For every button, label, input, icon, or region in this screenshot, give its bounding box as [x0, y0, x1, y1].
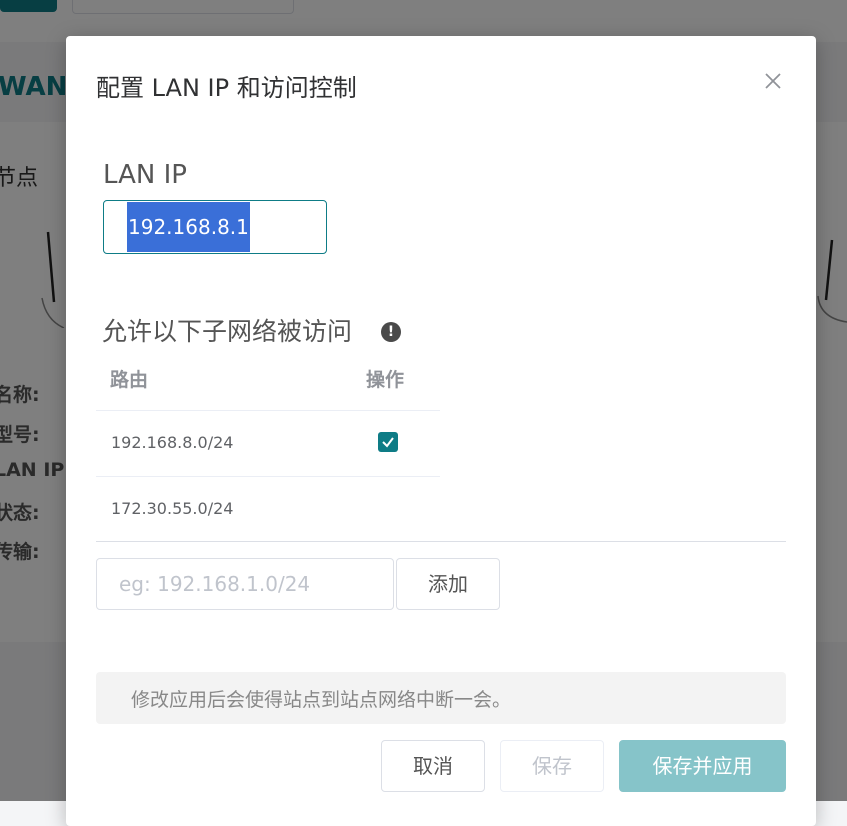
table-row: 172.30.55.0/24 [96, 477, 440, 542]
subnet-table: 路由 操作 192.168.8.0/24 172.30.55.0/24 [96, 350, 440, 542]
cancel-button[interactable]: 取消 [381, 740, 485, 792]
column-action: 操作 [366, 369, 405, 391]
table-row: 192.168.8.0/24 [96, 411, 440, 477]
close-icon[interactable] [762, 70, 784, 92]
lan-ip-dialog: 配置 LAN IP 和访问控制 LAN IP 192.168.8.1 允许以下子… [66, 36, 816, 826]
notice-text: 修改应用后会使得站点到站点网络中断一会。 [131, 689, 512, 711]
check-icon [382, 437, 394, 448]
add-button[interactable]: 添加 [396, 558, 500, 610]
row-checkbox[interactable] [378, 432, 398, 452]
save-apply-button[interactable]: 保存并应用 [619, 740, 786, 792]
lan-ip-value: 192.168.8.1 [127, 202, 250, 252]
route-cell: 192.168.8.0/24 [111, 433, 234, 452]
dialog-title: 配置 LAN IP 和访问控制 [96, 74, 357, 102]
table-header: 路由 操作 [96, 350, 440, 411]
route-cell: 172.30.55.0/24 [111, 499, 234, 518]
divider [96, 541, 786, 542]
info-icon[interactable]: ! [381, 322, 401, 342]
lan-ip-label: LAN IP [103, 160, 187, 190]
notice-banner: 修改应用后会使得站点到站点网络中断一会。 [96, 672, 786, 724]
lan-ip-input[interactable]: 192.168.8.1 [103, 200, 327, 254]
column-route: 路由 [110, 369, 149, 391]
subnet-input[interactable] [96, 558, 394, 610]
subnet-access-title: 允许以下子网络被访问 [102, 317, 353, 346]
save-button[interactable]: 保存 [500, 740, 604, 792]
